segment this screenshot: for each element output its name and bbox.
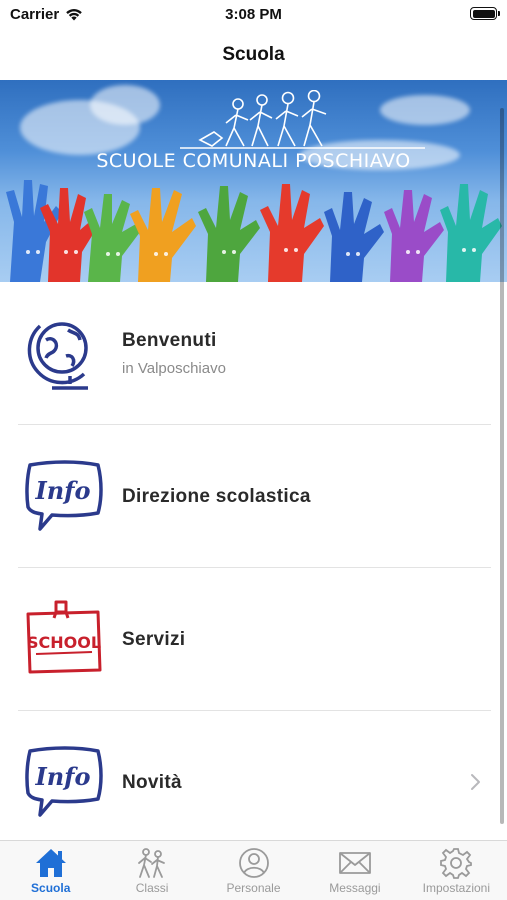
menu-list: Benvenuti in Valposchiavo Info Direzione… xyxy=(0,282,507,854)
chevron-right-icon xyxy=(471,774,480,790)
school-banner: SCUOLE COMUNALI POSCHIAVO xyxy=(0,80,507,282)
list-item-subtitle: in Valposchiavo xyxy=(122,360,226,377)
info-bubble-icon: Info xyxy=(22,455,104,537)
list-item-label: Servizi xyxy=(122,628,186,650)
tab-impostazioni[interactable]: Impostazioni xyxy=(406,841,507,900)
tab-label: Personale xyxy=(226,881,281,895)
house-icon xyxy=(33,846,69,880)
svg-text:SCHOOL: SCHOOL xyxy=(27,633,101,652)
school-sign-icon: SCHOOL xyxy=(22,598,104,680)
list-item-label: Direzione scolastica xyxy=(122,485,311,507)
battery-icon xyxy=(470,7,500,20)
list-item-label: Benvenuti xyxy=(122,330,217,351)
svg-text:Info: Info xyxy=(34,476,90,505)
tab-label: Impostazioni xyxy=(422,881,491,895)
envelope-icon xyxy=(337,846,373,880)
children-silhouette-logo xyxy=(180,90,425,149)
status-bar: Carrier 3:08 PM xyxy=(0,0,507,30)
scrollbar[interactable] xyxy=(500,108,504,824)
info-bubble-icon: Info xyxy=(22,741,104,823)
clock: 3:08 PM xyxy=(225,6,282,23)
walking-people-icon xyxy=(134,846,170,880)
person-circle-icon xyxy=(236,846,272,880)
tab-classi[interactable]: Classi xyxy=(101,841,202,900)
gear-icon xyxy=(438,846,474,880)
tab-messaggi[interactable]: Messaggi xyxy=(304,841,405,900)
list-item-novita[interactable]: Info Novità xyxy=(0,711,507,854)
tab-scuola[interactable]: Scuola xyxy=(0,841,101,900)
tab-personale[interactable]: Personale xyxy=(203,841,304,900)
tab-bar: Scuola Classi Personale Messaggi Imposta… xyxy=(0,840,507,900)
banner-title: SCUOLE COMUNALI POSCHIAVO xyxy=(96,150,411,172)
list-item-benvenuti[interactable]: Benvenuti in Valposchiavo xyxy=(0,282,507,425)
tab-label: Scuola xyxy=(31,881,71,895)
page-title: Scuola xyxy=(222,44,285,65)
globe-icon xyxy=(22,312,104,394)
svg-text:Info: Info xyxy=(34,762,90,791)
list-item-servizi[interactable]: SCHOOL Servizi xyxy=(0,568,507,711)
list-item-direzione-scolastica[interactable]: Info Direzione scolastica xyxy=(0,425,507,568)
tab-label: Classi xyxy=(135,881,169,895)
list-item-label: Novità xyxy=(122,771,182,793)
tab-label: Messaggi xyxy=(329,881,381,895)
navigation-bar: Scuola xyxy=(0,30,507,80)
painted-hands-image xyxy=(6,180,502,282)
